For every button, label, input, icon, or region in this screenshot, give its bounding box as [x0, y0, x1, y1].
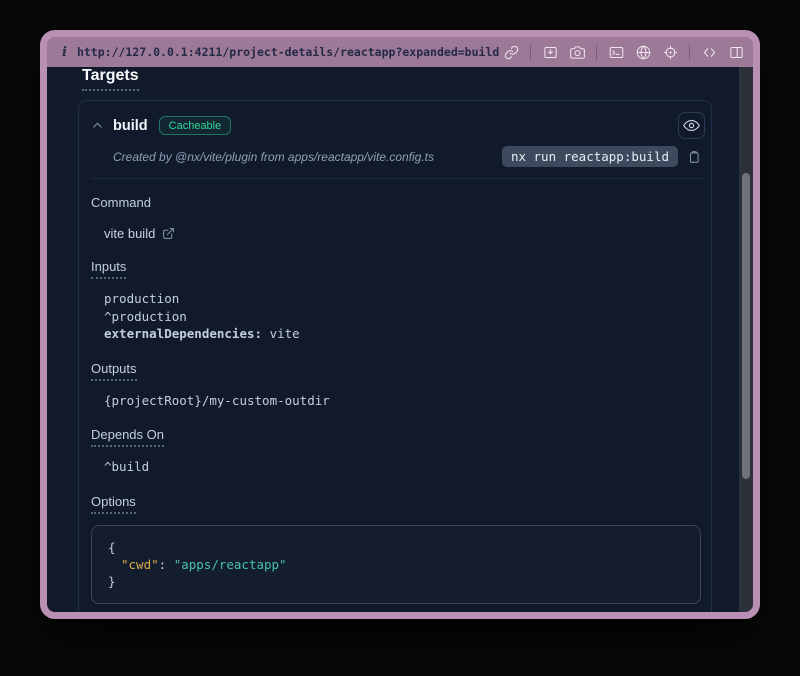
json-key: "cwd"	[121, 557, 159, 572]
section-depends-on: Depends On ^build	[91, 426, 699, 476]
target-card-build: build Cacheable Created by @nx/vite/plug…	[78, 100, 712, 612]
input-item: production	[104, 290, 699, 308]
input-item-key: externalDependencies:	[104, 326, 262, 341]
crosshair-icon[interactable]	[662, 44, 678, 60]
options-label: Options	[91, 494, 136, 514]
toolbar-separator	[596, 45, 597, 60]
section-outputs: Outputs {projectRoot}/my-custom-outdir	[91, 360, 699, 410]
browser-window: i http://127.0.0.1:4211/project-details/…	[40, 30, 760, 619]
toolbar-separator	[689, 45, 690, 60]
options-json-block: { "cwd": "apps/reactapp" }	[91, 525, 701, 604]
section-options: Options { "cwd": "apps/reactapp" }	[91, 493, 699, 604]
build-header-row[interactable]: build Cacheable	[91, 112, 705, 139]
depends-on-label: Depends On	[91, 427, 164, 447]
json-colon: :	[159, 557, 174, 572]
view-target-button[interactable]	[678, 112, 705, 139]
copy-icon[interactable]	[685, 148, 703, 166]
input-item-value: vite	[262, 326, 300, 341]
build-card-body: Command vite build Inputs production	[79, 179, 711, 612]
build-card-header: build Cacheable Created by @nx/vite/plug…	[79, 101, 711, 179]
address-url[interactable]: http://127.0.0.1:4211/project-details/re…	[77, 45, 499, 59]
save-frame-icon[interactable]	[542, 44, 558, 60]
page-content: Targets build Cacheable C	[47, 67, 753, 612]
depends-on-item: ^build	[104, 458, 699, 476]
code-icon[interactable]	[701, 44, 717, 60]
info-icon: i	[62, 45, 67, 60]
json-line: "cwd": "apps/reactapp"	[108, 556, 684, 573]
inputs-items: production ^production externalDependenc…	[91, 290, 699, 343]
globe-icon[interactable]	[635, 44, 651, 60]
command-value-row: vite build	[104, 226, 699, 241]
scrollbar-track	[739, 67, 753, 612]
external-link-icon[interactable]	[162, 227, 176, 241]
camera-icon[interactable]	[569, 44, 585, 60]
terminal-icon[interactable]	[608, 44, 624, 60]
scrollbar-thumb[interactable]	[742, 173, 750, 479]
chevron-up-icon[interactable]	[91, 119, 105, 133]
json-value: "apps/reactapp"	[174, 557, 287, 572]
inputs-label: Inputs	[91, 259, 126, 279]
run-command-chip: nx run reactapp:build	[502, 146, 678, 167]
section-inputs: Inputs production ^production externalDe…	[91, 258, 699, 343]
toolbar-actions	[503, 44, 744, 60]
command-label: Command	[91, 195, 151, 210]
command-value: vite build	[104, 226, 155, 241]
output-item: {projectRoot}/my-custom-outdir	[104, 392, 699, 410]
outputs-items: {projectRoot}/my-custom-outdir	[91, 392, 699, 410]
toolbar-separator	[530, 45, 531, 60]
depends-on-items: ^build	[91, 458, 699, 476]
json-close-brace: }	[108, 573, 684, 590]
target-name-build: build	[113, 118, 148, 134]
targets-heading: Targets	[82, 67, 139, 91]
input-item: externalDependencies: vite	[104, 325, 699, 343]
created-by-text: Created by @nx/vite/plugin from apps/rea…	[113, 150, 434, 164]
outputs-label: Outputs	[91, 361, 137, 381]
section-command: Command vite build	[91, 194, 699, 241]
link-icon[interactable]	[503, 44, 519, 60]
cacheable-badge: Cacheable	[159, 116, 232, 135]
build-header-subrow: Created by @nx/vite/plugin from apps/rea…	[113, 146, 705, 167]
json-open-brace: {	[108, 539, 684, 556]
input-item: ^production	[104, 308, 699, 326]
browser-toolbar: i http://127.0.0.1:4211/project-details/…	[47, 37, 753, 67]
split-view-icon[interactable]	[728, 44, 744, 60]
